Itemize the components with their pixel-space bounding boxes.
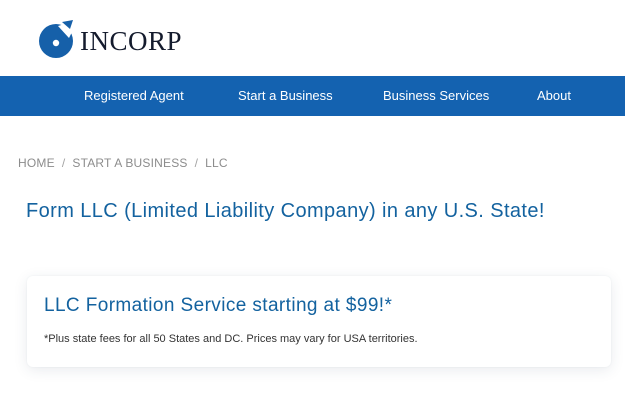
breadcrumb-separator: / [194,156,199,170]
brand-name: INCORP [80,25,183,56]
breadcrumb-separator: / [61,156,66,170]
breadcrumb-start-a-business[interactable]: START A BUSINESS [72,156,187,170]
site-header: INCORP [0,0,625,76]
breadcrumb: HOME / START A BUSINESS / LLC [18,156,228,170]
nav-item-business-services[interactable]: Business Services [383,76,489,116]
breadcrumb-current-llc: LLC [205,156,228,170]
page-title: Form LLC (Limited Liability Company) in … [26,200,545,222]
breadcrumb-home[interactable]: HOME [18,156,55,170]
incorp-logo-icon [39,20,78,58]
nav-item-start-a-business[interactable]: Start a Business [238,76,333,116]
offer-fee-note: *Plus state fees for all 50 States and D… [44,333,418,345]
nav-item-about[interactable]: About [537,76,571,116]
nav-item-registered-agent[interactable]: Registered Agent [84,76,184,116]
page: INCORP Registered Agent Start a Business… [0,0,625,401]
offer-heading: LLC Formation Service starting at $99!* [44,295,393,316]
main-nav: Registered Agent Start a Business Busine… [0,76,625,116]
incorp-logo[interactable]: INCORP [38,20,182,60]
offer-card: LLC Formation Service starting at $99!* … [27,276,611,367]
